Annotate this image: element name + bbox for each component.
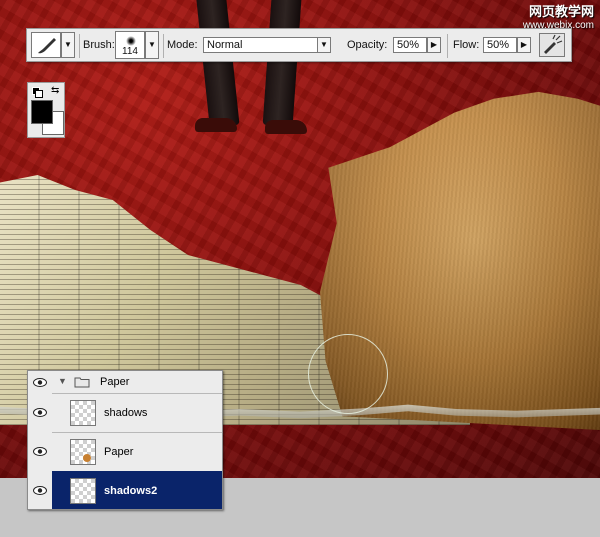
opacity-field[interactable]: 50%: [393, 37, 427, 53]
layer-row-shadows[interactable]: shadows: [28, 393, 222, 432]
brush-label: Brush:: [83, 39, 115, 51]
mode-value: Normal: [207, 39, 243, 51]
layer-thumbnail: [70, 400, 96, 426]
watermark-title: 网页教学网: [528, 4, 594, 19]
mode-select[interactable]: Normal: [203, 37, 331, 53]
group-expand-arrow[interactable]: ▼: [58, 376, 67, 386]
mode-label: Mode:: [167, 39, 198, 51]
brush-size-value: 114: [122, 46, 138, 57]
foreground-color-swatch[interactable]: [31, 100, 53, 124]
layers-panel: ▼ Paper shadows Paper shadows2: [27, 370, 223, 510]
eye-icon[interactable]: [33, 447, 47, 456]
flow-label: Flow:: [453, 39, 480, 51]
layer-name: shadows: [104, 407, 148, 419]
tool-preset-picker[interactable]: [31, 32, 61, 58]
group-name: Paper: [100, 376, 130, 388]
layer-row-paper[interactable]: Paper: [28, 432, 222, 471]
mode-dropdown-arrow[interactable]: ▼: [317, 37, 331, 53]
flow-slider-arrow[interactable]: ▶: [517, 37, 531, 53]
opacity-label: Opacity:: [347, 39, 388, 51]
layer-group-row[interactable]: ▼ Paper: [28, 371, 222, 393]
opacity-slider-arrow[interactable]: ▶: [427, 37, 441, 53]
brush-preset-picker[interactable]: 114: [115, 31, 145, 59]
color-swatches: ⇆: [27, 82, 65, 138]
airbrush-icon: [544, 34, 563, 54]
airbrush-toggle[interactable]: [539, 33, 565, 57]
default-colors-icon[interactable]: [32, 87, 43, 98]
eye-icon[interactable]: [33, 378, 47, 387]
opacity-value: 50%: [397, 39, 420, 51]
folder-icon: [74, 377, 90, 388]
brush-icon: [38, 38, 56, 54]
brush-cursor-circle: [308, 334, 388, 414]
layer-thumbnail: [70, 439, 96, 465]
swap-colors-icon[interactable]: ⇆: [51, 85, 59, 96]
flow-value: 50%: [487, 39, 510, 51]
brush-preset-dropdown[interactable]: ▼: [145, 31, 159, 59]
layer-name: shadows2: [104, 485, 158, 497]
layer-name: Paper: [104, 446, 134, 458]
eye-icon[interactable]: [33, 486, 47, 495]
flow-field[interactable]: 50%: [483, 37, 517, 53]
brush-tip-icon: [126, 36, 136, 46]
layer-row-shadows2[interactable]: shadows2: [28, 471, 222, 509]
eye-icon[interactable]: [33, 408, 47, 417]
tool-options-bar: ▼ Brush: 114 ▼ Mode: Normal ▼ Opacity: 5…: [26, 28, 572, 62]
figure-legs-artwork: [195, 0, 315, 150]
tool-preset-dropdown[interactable]: ▼: [61, 32, 75, 58]
layer-thumbnail: [70, 478, 96, 504]
